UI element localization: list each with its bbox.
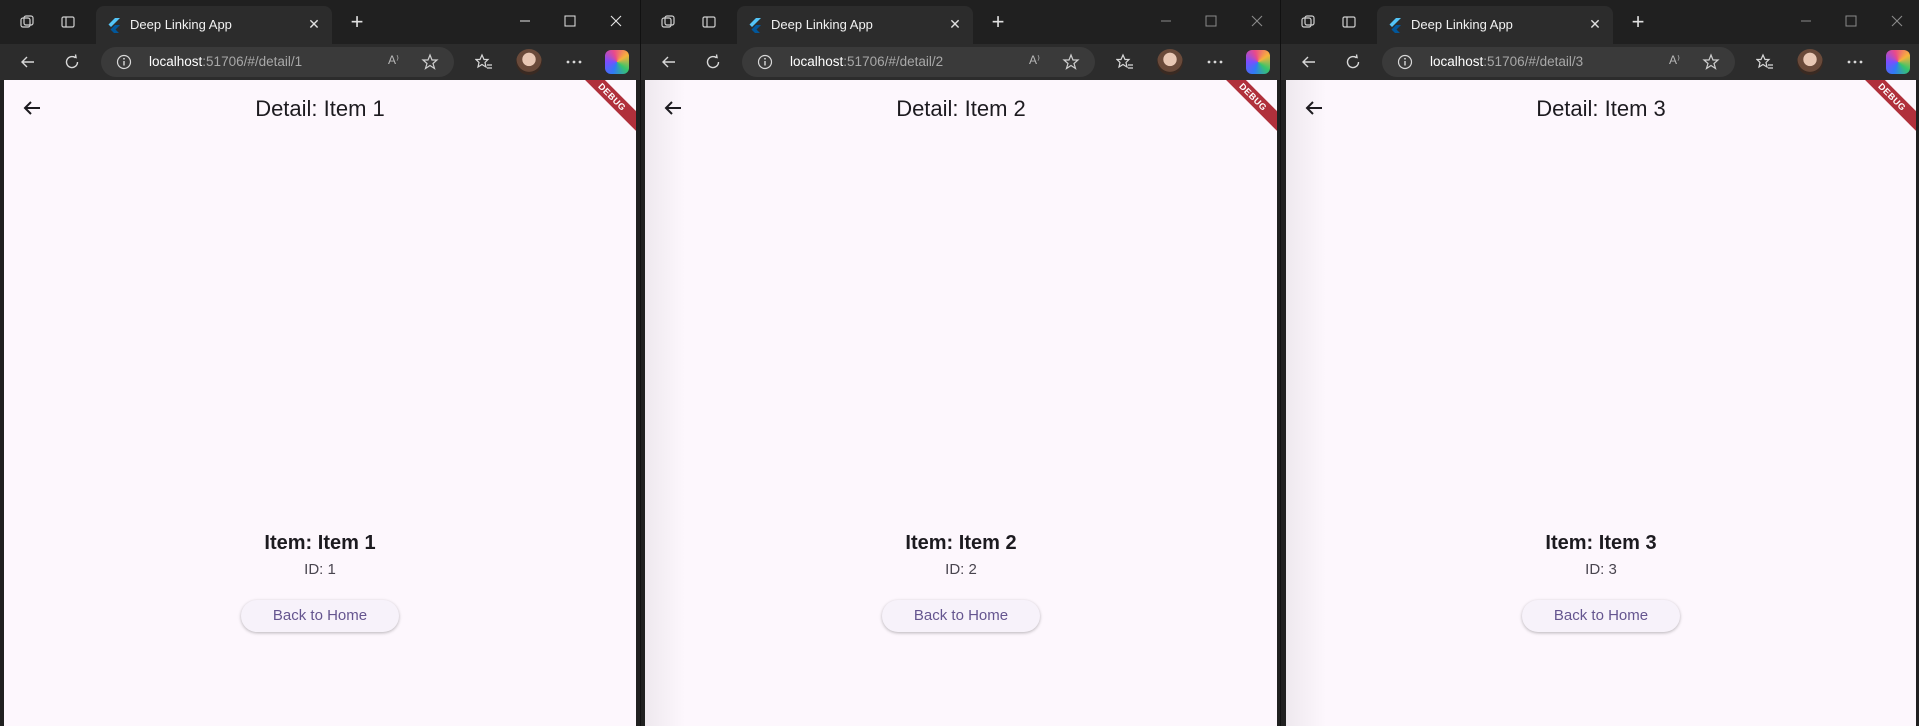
- page-title: Detail: Item 3: [1536, 96, 1666, 121]
- favorites-icon[interactable]: [472, 51, 496, 73]
- url-path: :51706/#/detail/3: [1483, 54, 1584, 69]
- read-aloud-icon[interactable]: A⁾: [388, 53, 406, 71]
- back-arrow-icon[interactable]: [1297, 51, 1321, 73]
- app-viewport: Detail: Item 3 DEBUG Item: Item 3 ID: 3 …: [1286, 80, 1916, 726]
- refresh-icon[interactable]: [701, 51, 725, 73]
- tab-title: Deep Linking App: [130, 17, 232, 32]
- tab-title: Deep Linking App: [771, 17, 873, 32]
- flutter-favicon-icon: [106, 17, 122, 34]
- back-arrow-icon[interactable]: [16, 51, 40, 73]
- copilot-icon[interactable]: [1246, 50, 1270, 74]
- browser-window-1: Deep Linking App ✕ + localhost:51706/#/d…: [0, 0, 640, 726]
- more-icon[interactable]: [1203, 51, 1227, 73]
- copilot-icon[interactable]: [605, 50, 629, 74]
- star-icon[interactable]: [421, 53, 439, 71]
- url-text[interactable]: localhost:51706/#/detail/1: [149, 54, 302, 69]
- avatar[interactable]: [516, 49, 542, 75]
- back-to-home-button[interactable]: Back to Home: [241, 600, 399, 632]
- window-shadow: [645, 80, 685, 726]
- back-to-home-button[interactable]: Back to Home: [1522, 600, 1680, 632]
- app-viewport: Detail: Item 1 DEBUG Item: Item 1 ID: 1 …: [4, 80, 636, 726]
- close-window-icon[interactable]: [1886, 10, 1908, 32]
- browser-toolbar: localhost:51706/#/detail/3 A⁾: [1281, 44, 1919, 80]
- refresh-icon[interactable]: [1341, 51, 1365, 73]
- back-arrow-icon[interactable]: [657, 51, 681, 73]
- url-host: localhost: [1430, 54, 1484, 69]
- more-icon[interactable]: [562, 51, 586, 73]
- app-bar: Detail: Item 2: [645, 80, 1277, 136]
- maximize-icon[interactable]: [1840, 10, 1862, 32]
- info-icon[interactable]: [116, 54, 132, 70]
- browser-window-3: Deep Linking App ✕ + localhost:51706/#/d…: [1280, 0, 1919, 726]
- more-icon[interactable]: [1843, 51, 1867, 73]
- back-to-home-button[interactable]: Back to Home: [882, 600, 1040, 632]
- url-host: localhost: [149, 54, 203, 69]
- plus-icon[interactable]: +: [346, 11, 368, 34]
- item-id: ID: 1: [304, 561, 336, 578]
- close-icon[interactable]: ✕: [1587, 16, 1603, 32]
- browser-window-2: Deep Linking App ✕ + localhost:51706/#/d…: [640, 0, 1281, 726]
- page-title: Detail: Item 2: [896, 96, 1026, 121]
- app-bar: Detail: Item 1: [4, 80, 636, 136]
- star-icon[interactable]: [1062, 53, 1080, 71]
- browser-toolbar: localhost:51706/#/detail/2 A⁾: [641, 44, 1281, 80]
- tab-actions-icon[interactable]: [57, 11, 79, 33]
- url-host: localhost: [790, 54, 844, 69]
- read-aloud-icon[interactable]: A⁾: [1029, 53, 1047, 71]
- minimize-icon[interactable]: [514, 10, 536, 32]
- item-title: Item: Item 1: [264, 532, 376, 554]
- close-window-icon[interactable]: [605, 10, 627, 32]
- title-bar: Deep Linking App ✕ +: [641, 0, 1281, 44]
- avatar[interactable]: [1157, 49, 1183, 75]
- favorites-icon[interactable]: [1113, 51, 1137, 73]
- refresh-icon[interactable]: [60, 51, 84, 73]
- url-text[interactable]: localhost:51706/#/detail/3: [1430, 54, 1583, 69]
- address-bar[interactable]: localhost:51706/#/detail/1 A⁾: [101, 47, 454, 77]
- flutter-favicon-icon: [1387, 17, 1403, 34]
- browser-tab[interactable]: Deep Linking App ✕: [737, 6, 973, 44]
- favorites-icon[interactable]: [1753, 51, 1777, 73]
- read-aloud-icon[interactable]: A⁾: [1669, 53, 1687, 71]
- avatar[interactable]: [1797, 49, 1823, 75]
- address-bar[interactable]: localhost:51706/#/detail/3 A⁾: [1382, 47, 1735, 77]
- plus-icon[interactable]: +: [1627, 11, 1649, 34]
- address-bar[interactable]: localhost:51706/#/detail/2 A⁾: [742, 47, 1095, 77]
- tab-actions-icon[interactable]: [698, 11, 720, 33]
- minimize-icon[interactable]: [1155, 10, 1177, 32]
- close-icon[interactable]: ✕: [947, 16, 963, 32]
- copilot-icon[interactable]: [1886, 50, 1910, 74]
- browser-toolbar: localhost:51706/#/detail/1 A⁾: [0, 44, 640, 80]
- plus-icon[interactable]: +: [987, 11, 1009, 34]
- page-title: Detail: Item 1: [255, 96, 385, 121]
- maximize-icon[interactable]: [1200, 10, 1222, 32]
- app-viewport: Detail: Item 2 DEBUG Item: Item 2 ID: 2 …: [645, 80, 1277, 726]
- app-bar: Detail: Item 3: [1286, 80, 1916, 136]
- info-icon[interactable]: [1397, 54, 1413, 70]
- close-window-icon[interactable]: [1246, 10, 1268, 32]
- title-bar: Deep Linking App ✕ +: [0, 0, 640, 44]
- url-path: :51706/#/detail/2: [843, 54, 944, 69]
- tab-actions-icon[interactable]: [1338, 11, 1360, 33]
- item-id: ID: 2: [945, 561, 977, 578]
- star-icon[interactable]: [1702, 53, 1720, 71]
- item-id: ID: 3: [1585, 561, 1617, 578]
- browser-tab[interactable]: Deep Linking App ✕: [1377, 6, 1613, 44]
- minimize-icon[interactable]: [1795, 10, 1817, 32]
- info-icon[interactable]: [757, 54, 773, 70]
- item-title: Item: Item 3: [1545, 532, 1657, 554]
- workspaces-icon[interactable]: [1297, 11, 1319, 33]
- flutter-favicon-icon: [747, 17, 763, 34]
- item-title: Item: Item 2: [905, 532, 1017, 554]
- tab-title: Deep Linking App: [1411, 17, 1513, 32]
- close-icon[interactable]: ✕: [306, 16, 322, 32]
- window-shadow: [1286, 80, 1326, 726]
- workspaces-icon[interactable]: [657, 11, 679, 33]
- workspaces-icon[interactable]: [16, 11, 38, 33]
- url-text[interactable]: localhost:51706/#/detail/2: [790, 54, 943, 69]
- title-bar: Deep Linking App ✕ +: [1281, 0, 1919, 44]
- browser-tab[interactable]: Deep Linking App ✕: [96, 6, 332, 44]
- maximize-icon[interactable]: [559, 10, 581, 32]
- url-path: :51706/#/detail/1: [202, 54, 303, 69]
